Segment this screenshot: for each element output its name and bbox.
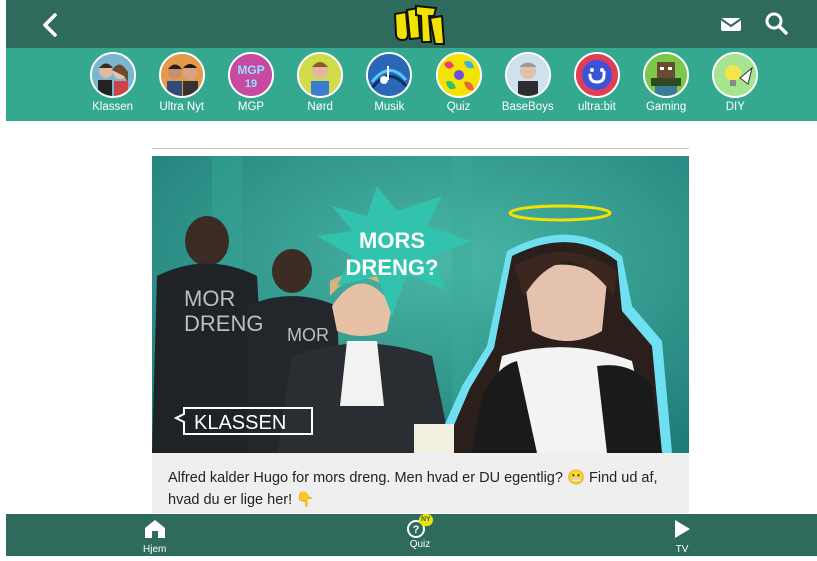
jacket-scribble: MOR: [287, 325, 329, 345]
jacket-scribble: MOR: [184, 286, 235, 311]
nord-avatar: [297, 52, 344, 98]
category-quiz[interactable]: Quiz: [424, 52, 493, 113]
ultra-logo[interactable]: [392, 4, 446, 46]
category-label: Musik: [374, 101, 405, 113]
content-divider: [152, 148, 689, 149]
category-mgp[interactable]: MGP 19 MGP: [216, 52, 285, 113]
category-diy[interactable]: DIY: [701, 52, 770, 113]
svg-text:MGP: MGP: [237, 63, 264, 77]
category-label: Quiz: [446, 101, 471, 113]
jacket-scribble: DRENG: [184, 311, 263, 336]
category-label: Klassen: [92, 101, 134, 113]
category-musik[interactable]: Musik: [355, 52, 424, 113]
search-icon[interactable]: [764, 11, 788, 35]
category-label: ultra:bit: [578, 101, 616, 113]
gaming-avatar: [643, 52, 690, 98]
diy-avatar: [712, 52, 759, 98]
tab-tv[interactable]: TV: [672, 519, 692, 561]
quiz-icon: ? NY: [407, 514, 433, 538]
baseboys-avatar: [504, 52, 551, 98]
category-label: Ultra Nyt: [159, 101, 205, 113]
article-caption[interactable]: Alfred kalder Hugo for mors dreng. Men h…: [152, 453, 689, 513]
category-nord[interactable]: Nørd: [286, 52, 355, 113]
musik-avatar: [366, 52, 413, 98]
burst-text: MORS: [359, 228, 425, 253]
category-ultrabit[interactable]: ultra:bit: [562, 52, 631, 113]
tab-tv-label: TV: [675, 544, 689, 555]
svg-text:19: 19: [245, 78, 257, 90]
ultrabit-avatar: [573, 52, 620, 98]
category-ultra-nyt[interactable]: Ultra Nyt: [147, 52, 216, 113]
mail-icon[interactable]: [720, 14, 742, 34]
article-hero-image[interactable]: MOR DRENG MOR MORS DRENG? KLASSEN: [152, 156, 689, 453]
category-label: MGP: [237, 101, 265, 113]
category-label: Nørd: [307, 101, 333, 113]
category-label: BaseBoys: [501, 101, 554, 113]
tab-quiz-label: Quiz: [409, 539, 431, 550]
home-icon: [144, 519, 166, 543]
quiz-new-badge: NY: [419, 514, 433, 526]
category-gaming[interactable]: Gaming: [632, 52, 701, 113]
burst-text: DRENG?: [346, 255, 439, 280]
category-list: Klassen Ultra Nyt MGP 19 MGP Nørd Musik Q…: [78, 52, 770, 113]
mgp-avatar: MGP 19: [227, 52, 274, 98]
tab-home-label: Hjem: [143, 544, 167, 555]
category-baseboys[interactable]: BaseBoys: [493, 52, 562, 113]
tab-home[interactable]: Hjem: [143, 519, 166, 561]
tab-quiz[interactable]: ? NY Quiz: [407, 514, 433, 561]
category-klassen[interactable]: Klassen: [78, 52, 147, 113]
category-label: Gaming: [645, 101, 687, 113]
klassen-avatar: [89, 52, 136, 98]
play-icon: [672, 519, 692, 543]
category-label: DIY: [725, 101, 745, 113]
back-chevron-icon[interactable]: [36, 10, 64, 40]
svg-text:?: ?: [413, 524, 420, 536]
quiz-avatar: [435, 52, 482, 98]
ultra-nyt-avatar: [158, 52, 205, 98]
series-tag: KLASSEN: [194, 412, 286, 434]
